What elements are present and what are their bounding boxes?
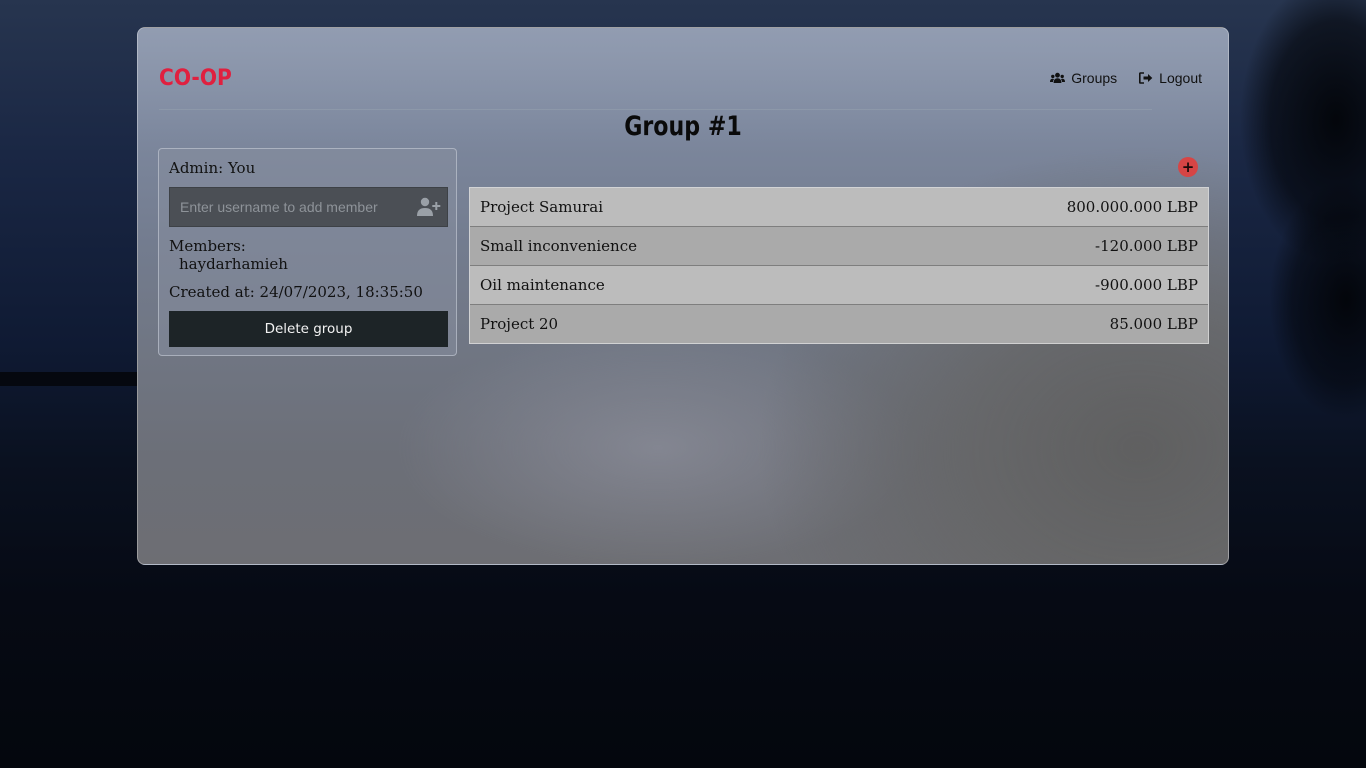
app-logo[interactable]: CO-OP [159, 66, 232, 91]
sign-out-icon [1139, 72, 1153, 84]
nav-logout-link[interactable]: Logout [1139, 70, 1202, 86]
entries-table: Project Samurai 800.000.000 LBP Small in… [469, 187, 1209, 344]
entry-name: Small inconvenience [480, 237, 637, 255]
entry-name: Project Samurai [480, 198, 604, 216]
table-row[interactable]: Project 20 85.000 LBP [470, 305, 1208, 343]
entry-amount: -900.000 LBP [1095, 276, 1198, 294]
users-icon [1050, 72, 1066, 84]
top-nav: Groups Logout [1050, 70, 1202, 86]
entry-amount: 85.000 LBP [1109, 315, 1198, 333]
background-horizon [0, 372, 140, 386]
add-member-field [169, 187, 448, 227]
page-title: Group #1 [624, 111, 742, 142]
entry-name: Oil maintenance [480, 276, 605, 294]
group-info-panel: Admin: You Members: haydarhamieh Created… [158, 148, 457, 356]
entry-amount: 800.000.000 LBP [1066, 198, 1198, 216]
table-row[interactable]: Project Samurai 800.000.000 LBP [470, 188, 1208, 227]
user-plus-icon[interactable] [417, 197, 441, 221]
members-label: Members: [169, 237, 246, 255]
member-item: haydarhamieh [179, 255, 288, 273]
main-card: CO-OP Groups Logout Group #1 Admin: You … [137, 27, 1229, 565]
nav-groups-link[interactable]: Groups [1050, 70, 1117, 86]
entry-amount: -120.000 LBP [1095, 237, 1198, 255]
table-row[interactable]: Oil maintenance -900.000 LBP [470, 266, 1208, 305]
entry-name: Project 20 [480, 315, 559, 333]
nav-logout-label: Logout [1159, 70, 1202, 86]
admin-text: Admin: You [169, 159, 256, 177]
table-row[interactable]: Small inconvenience -120.000 LBP [470, 227, 1208, 266]
add-member-input[interactable] [170, 188, 410, 226]
created-at-text: Created at: 24/07/2023, 18:35:50 [169, 283, 423, 301]
delete-group-button[interactable]: Delete group [169, 311, 448, 347]
nav-groups-label: Groups [1071, 70, 1118, 86]
add-entry-button[interactable]: + [1178, 157, 1198, 177]
header-divider [159, 109, 1152, 110]
